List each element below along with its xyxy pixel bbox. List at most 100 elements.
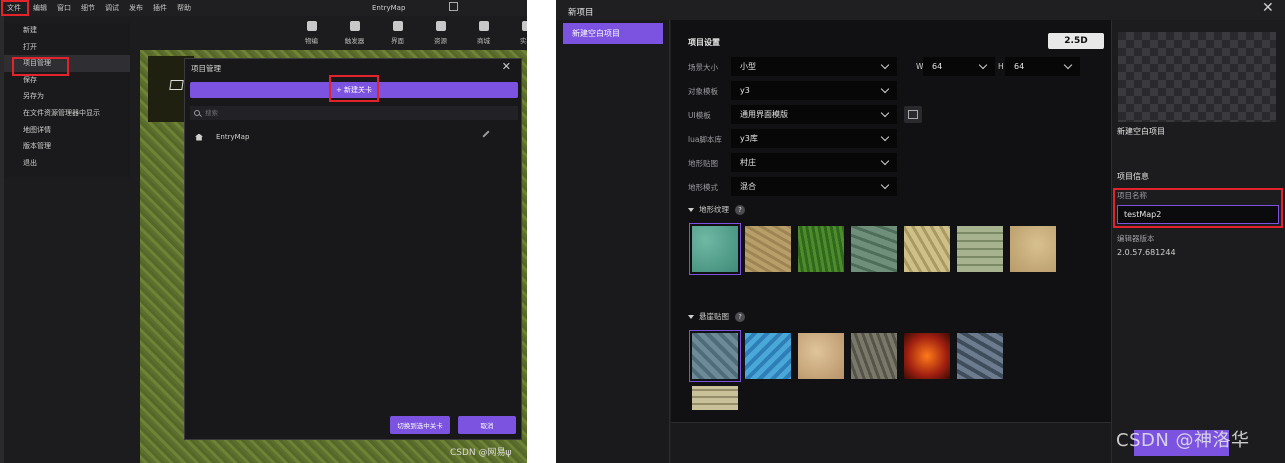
menu-edit[interactable]: 编辑 (29, 0, 53, 16)
terrain-texture-section[interactable]: 地形纹理 ? (688, 204, 745, 215)
sidebar-item-new-blank-project[interactable]: 新建空白项目 (563, 23, 663, 44)
file-menu: 新建 打开 项目管理 保存 另存为 在文件资源管理器中显示 地图详情 版本管理 … (4, 22, 130, 178)
cliff-texture-tile[interactable] (851, 333, 897, 379)
cliff-texture-tile[interactable] (692, 386, 738, 410)
terrain-texture-tile[interactable] (798, 226, 844, 272)
tool-label: 商城 (477, 37, 490, 45)
store-icon (478, 21, 489, 31)
terrain-texture-tile[interactable] (957, 226, 1003, 272)
project-settings-panel: 项目设置 2.5D 场景大小 小型 W 64 H 64 对象模板 y3 UI模板… (671, 20, 1111, 422)
archive-icon (521, 21, 527, 31)
pencil-icon[interactable] (482, 130, 490, 138)
highlight-box (12, 57, 69, 76)
field-label: lua脚本库 (688, 135, 722, 144)
lua-library-dropdown[interactable]: y3库 (731, 129, 897, 148)
tool-object-editor[interactable]: 物编 (290, 18, 333, 46)
field-label: UI模板 (688, 111, 711, 120)
tool-label: 实档 (520, 37, 527, 45)
cliff-texture-tile[interactable] (689, 330, 741, 382)
field-label: 地形模式 (688, 183, 718, 192)
terrain-texture-tile[interactable] (851, 226, 897, 272)
list-item[interactable]: EntryMap (190, 129, 518, 145)
width-dropdown[interactable]: 64 (923, 57, 995, 76)
cliff-texture-tile[interactable] (904, 333, 950, 379)
ui-template-dropdown[interactable]: 通用界面模版 (731, 105, 897, 124)
home-icon (195, 133, 203, 141)
file-menu-version-manager[interactable]: 版本管理 (4, 138, 130, 155)
scene-object-icon (169, 80, 184, 90)
watermark: CSDN @网易ψ (450, 448, 512, 458)
field-label: 场景大小 (688, 63, 718, 72)
terrain-texture-tile[interactable] (1010, 226, 1056, 272)
help-icon[interactable]: ? (735, 311, 745, 322)
tool-store[interactable]: 商城 (462, 18, 505, 46)
field-label: 地形贴图 (688, 159, 718, 168)
section-title: 地形纹理 (699, 205, 729, 214)
object-editor-icon (306, 21, 317, 31)
menu-help[interactable]: 帮助 (173, 0, 197, 16)
menu-window[interactable]: 窗口 (53, 0, 77, 16)
tool-resources[interactable]: 资源 (419, 18, 462, 46)
help-icon[interactable]: ? (735, 204, 745, 215)
cliff-texture-tile[interactable] (957, 333, 1003, 379)
tool-label: 触发器 (344, 37, 365, 45)
edit-icon[interactable] (449, 2, 458, 11)
height-label: H (998, 62, 1004, 71)
section-title: 项目信息 (1117, 172, 1149, 181)
editor-window: 文件 编辑 窗口 细节 调试 发布 插件 帮助 EntryMap 物编 触发器 … (0, 0, 527, 463)
project-manager-dialog: 项目管理 ✕ + 新建关卡 EntryMap 切换到选中关卡 取消 (184, 58, 522, 440)
file-menu-save-as[interactable]: 另存为 (4, 88, 130, 105)
tool-label: 物编 (305, 37, 318, 45)
terrain-texture-tile[interactable] (904, 226, 950, 272)
search-icon (194, 110, 200, 116)
level-name: EntryMap (216, 133, 250, 141)
collapse-icon (688, 314, 694, 319)
project-name-input[interactable] (1117, 205, 1279, 224)
section-title: 悬崖贴图 (699, 312, 729, 321)
file-menu-exit[interactable]: 退出 (4, 155, 130, 172)
toolbar: 物编 触发器 界面 资源 商城 实档 (290, 18, 527, 46)
tool-archive[interactable]: 实档 (505, 18, 527, 46)
section-title: 项目设置 (688, 38, 720, 47)
file-menu-new[interactable]: 新建 (4, 22, 130, 39)
close-icon[interactable]: ✕ (1262, 0, 1274, 16)
project-preview (1118, 32, 1276, 122)
dialog-footer (671, 422, 1111, 463)
file-menu-open[interactable]: 打开 (4, 39, 130, 56)
terrain-texture-dropdown[interactable]: 村庄 (731, 153, 897, 172)
file-menu-show-in-explorer[interactable]: 在文件资源管理器中显示 (4, 105, 130, 122)
switch-level-button[interactable]: 切换到选中关卡 (390, 416, 450, 434)
menu-bar: 文件 编辑 窗口 细节 调试 发布 插件 帮助 (0, 0, 527, 16)
editor-version-label: 编辑器版本 (1117, 234, 1155, 243)
menu-plugin[interactable]: 插件 (149, 0, 173, 16)
ui-icon (392, 21, 403, 31)
cliff-texture-tile[interactable] (798, 333, 844, 379)
search-bar (190, 106, 518, 120)
terrain-mode-dropdown[interactable]: 混合 (731, 177, 897, 196)
menu-file[interactable]: 文件 (1, 0, 29, 16)
terrain-texture-tile[interactable] (689, 223, 741, 275)
hand-icon (349, 21, 360, 31)
file-menu-map-details[interactable]: 地图详情 (4, 122, 130, 139)
search-input[interactable] (205, 109, 485, 117)
watermark: CSDN @神洛华 (1116, 430, 1250, 451)
close-icon[interactable]: ✕ (502, 60, 511, 73)
cliff-texture-tile[interactable] (745, 333, 791, 379)
editor-version-value: 2.0.57.681244 (1117, 248, 1176, 257)
scene-size-dropdown[interactable]: 小型 (731, 57, 897, 76)
menu-detail[interactable]: 细节 (77, 0, 101, 16)
object-template-dropdown[interactable]: y3 (731, 81, 897, 100)
menu-publish[interactable]: 发布 (125, 0, 149, 16)
tool-label: 资源 (434, 37, 447, 45)
preview-icon[interactable] (904, 106, 922, 123)
terrain-texture-tile[interactable] (745, 226, 791, 272)
cancel-button[interactable]: 取消 (458, 416, 516, 434)
app-title: EntryMap (372, 4, 406, 12)
menu-debug[interactable]: 调试 (101, 0, 125, 16)
dialog-title: 项目管理 (191, 64, 221, 73)
mode-badge[interactable]: 2.5D (1048, 33, 1104, 49)
height-dropdown[interactable]: 64 (1005, 57, 1080, 76)
tool-ui[interactable]: 界面 (376, 18, 419, 46)
tool-trigger[interactable]: 触发器 (333, 18, 376, 46)
cliff-texture-section[interactable]: 悬崖贴图 ? (688, 311, 745, 322)
